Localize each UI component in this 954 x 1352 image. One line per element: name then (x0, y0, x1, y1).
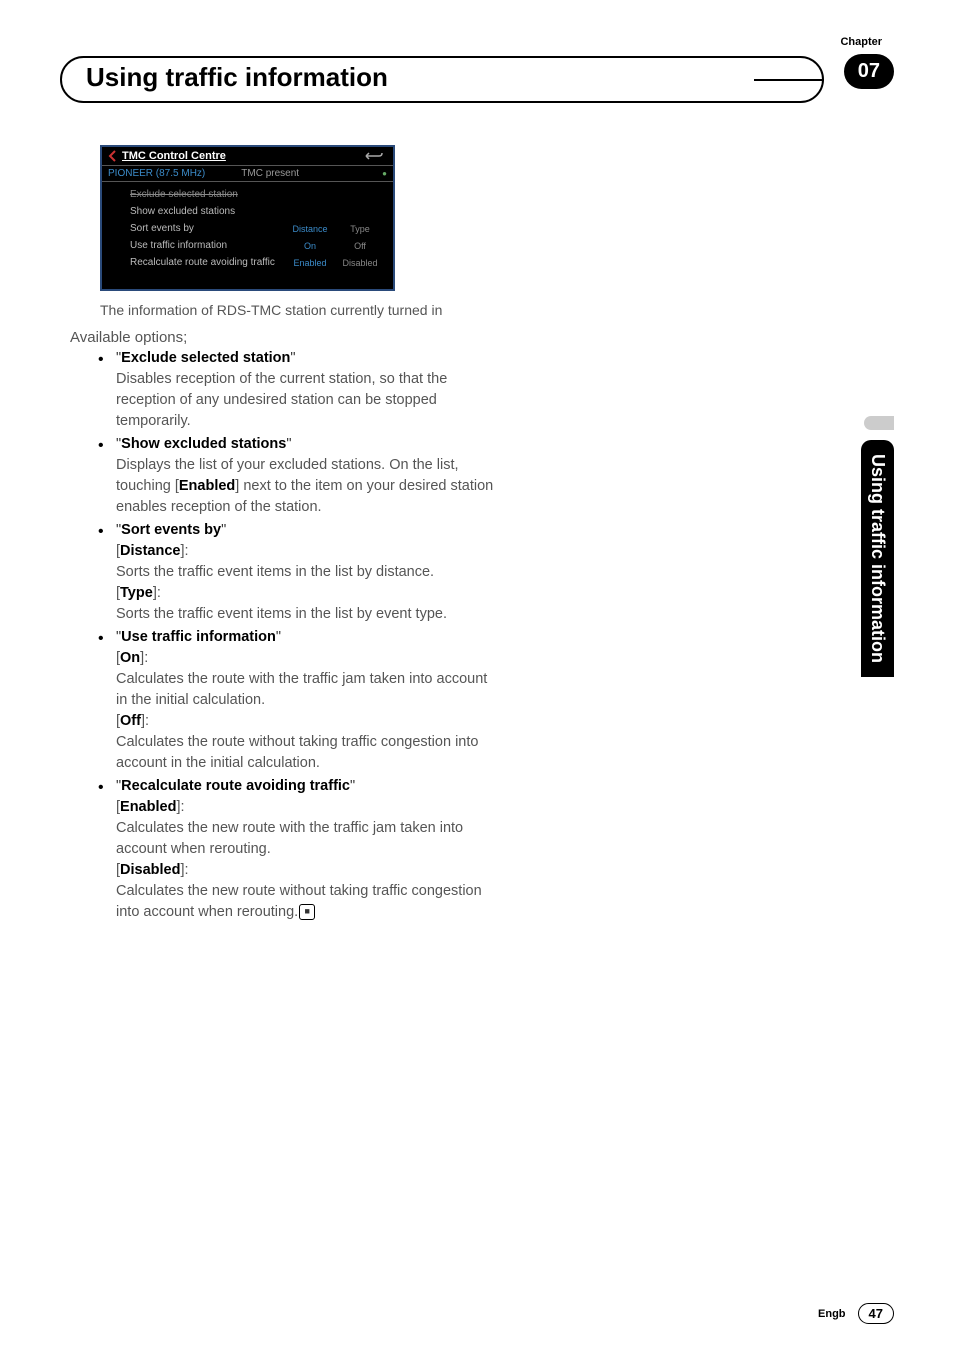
title-bar: Using traffic information (60, 56, 824, 103)
ss-header: TMC Control Centre (102, 147, 393, 165)
page-footer: Engb 47 (818, 1303, 894, 1324)
opt-recalc-d1: Calculates the new route with the traffi… (116, 820, 463, 857)
opt-use-d1: Calculates the route with the traffic ja… (116, 671, 487, 708)
ss-sort-type: Type (335, 224, 385, 234)
ss-show-label: Show excluded stations (130, 206, 385, 217)
side-gray-tab (864, 416, 894, 430)
opt-sort-title: Sort events by (121, 522, 221, 538)
ss-sort-label: Sort events by (130, 223, 285, 234)
ss-station-name: PIONEER (87.5 MHz) (108, 168, 205, 179)
option-exclude: "Exclude selected station" Disables rece… (70, 348, 500, 432)
ss-recalc-disabled: Disabled (335, 258, 385, 268)
opt-show-desc: Displays the list of your excluded stati… (116, 457, 493, 515)
ss-title: TMC Control Centre (122, 150, 365, 162)
side-tab: Using traffic information (861, 440, 894, 677)
opt-sort-d1: Sorts the traffic event items in the lis… (116, 564, 434, 580)
back-icon (108, 150, 118, 162)
ss-body: Exclude selected station Show excluded s… (102, 182, 393, 289)
option-use: "Use traffic information" [On]: Calculat… (70, 627, 500, 774)
option-show: "Show excluded stations" Displays the li… (70, 434, 500, 518)
page-number: 47 (858, 1303, 894, 1324)
opt-recalc-title: Recalculate route avoiding traffic (121, 778, 350, 794)
opt-use-d2: Calculates the route without taking traf… (116, 734, 478, 771)
return-icon (365, 151, 383, 161)
option-sort: "Sort events by" [Distance]: Sorts the t… (70, 520, 500, 625)
ss-use-on: On (285, 241, 335, 251)
end-section-icon: ■ (299, 904, 315, 920)
screenshot-caption: The information of RDS-TMC station curre… (100, 301, 500, 321)
options-list: "Exclude selected station" Disables rece… (70, 348, 500, 923)
ss-sort-distance: Distance (285, 224, 335, 234)
ss-exclude-label: Exclude selected station (130, 189, 385, 200)
opt-exclude-desc: Disables reception of the current statio… (116, 371, 447, 429)
page-title: Using traffic information (86, 62, 798, 93)
ss-use-label: Use traffic information (130, 240, 285, 251)
opt-exclude-title: Exclude selected station (121, 350, 290, 366)
ss-recalc-enabled: Enabled (285, 258, 335, 268)
footer-lang: Engb (818, 1308, 846, 1320)
opt-show-title: Show excluded stations (121, 436, 286, 452)
chapter-label: Chapter (840, 36, 882, 48)
tmc-screenshot: TMC Control Centre PIONEER (87.5 MHz) TM… (100, 145, 395, 291)
opt-sort-d2: Sorts the traffic event items in the lis… (116, 606, 447, 622)
ss-station-present: TMC present (241, 168, 299, 179)
status-dot-icon: ● (382, 169, 387, 178)
chapter-number: 07 (844, 54, 894, 89)
ss-station-row: PIONEER (87.5 MHz) TMC present ● (102, 165, 393, 182)
content-column: TMC Control Centre PIONEER (87.5 MHz) TM… (70, 145, 500, 925)
ss-use-off: Off (335, 241, 385, 251)
available-options-label: Available options; (70, 329, 500, 346)
opt-use-title: Use traffic information (121, 629, 276, 645)
ss-recalc-label: Recalculate route avoiding traffic (130, 257, 285, 268)
option-recalc: "Recalculate route avoiding traffic" [En… (70, 776, 500, 923)
